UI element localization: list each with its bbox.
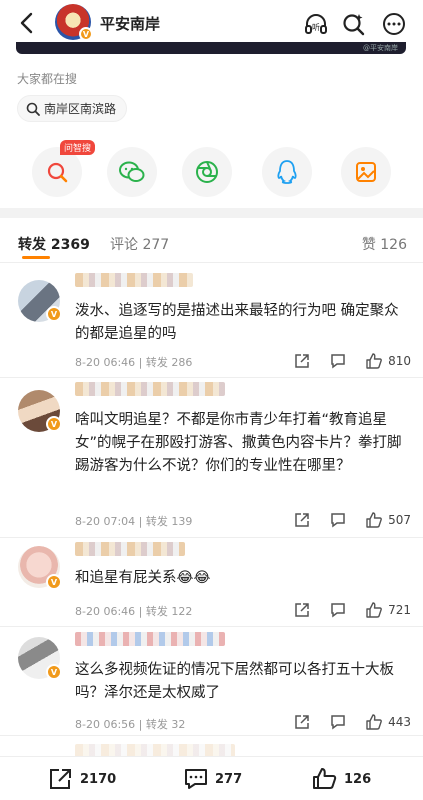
search-icon [26,102,40,116]
share-qq-button[interactable] [262,147,312,197]
tabs-divider [0,262,423,263]
comment-divider [0,377,423,378]
account-name[interactable]: 平安南岸 [100,13,160,34]
chevron-left-icon [20,12,33,34]
banner-watermark: @平安南岸 [363,44,398,52]
user-name-blurred[interactable] [75,632,225,646]
back-button[interactable] [12,8,40,38]
thumbs-up-icon [366,353,382,369]
bottom-repost-count: 2170 [80,771,117,787]
repost-button[interactable] [293,601,311,619]
share-wechat-button[interactable] [107,147,157,197]
comment-icon [331,715,345,730]
more-button[interactable] [380,10,408,38]
user-name-blurred[interactable] [75,542,185,556]
tab-reposts[interactable]: 转发 2369 [18,234,90,254]
like-button[interactable]: 507 [365,511,411,529]
verified-badge-icon: V [79,27,93,41]
like-button[interactable]: 721 [365,601,411,619]
comment-divider [0,537,423,538]
like-count: 721 [388,603,411,617]
hot-search-label: 大家都在搜 [17,72,78,86]
comment-text: 和追星有屁关系😂😂 [75,570,211,586]
comment-divider [0,735,423,736]
like-count: 810 [388,354,411,368]
repost-icon [50,769,71,789]
comment-button[interactable] [329,601,347,619]
comment-icon [331,603,345,618]
like-button[interactable]: 443 [365,713,411,731]
share-moments-button[interactable] [182,147,232,197]
hot-search-chip[interactable]: 南岸区南滨路 [17,95,128,122]
svg-text:听: 听 [312,23,320,32]
like-count: 507 [388,513,411,527]
comment-actions: 507 [293,510,411,530]
search-button[interactable] [340,10,368,38]
comment-actions: 810 [293,351,411,371]
comment-button[interactable] [329,352,347,370]
comment-actions: 721 [293,600,411,620]
like-count: 443 [388,715,411,729]
comment-button[interactable] [329,511,347,529]
bottom-like-button[interactable]: 126 [312,767,371,791]
account-banner: @平安南岸 [16,42,406,54]
thumbs-up-icon [366,512,382,528]
smart-search-icon [47,162,68,183]
repost-icon [295,715,309,729]
moments-icon [196,161,218,183]
save-image-icon [356,162,376,182]
bottom-comment-button[interactable]: 277 [183,767,242,791]
more-dots-icon [383,13,405,35]
comment-actions: 443 [293,712,411,732]
listen-button[interactable]: 听 [302,10,330,38]
repost-button[interactable] [293,352,311,370]
bottom-action-bar: 2170 277 126 [0,756,423,800]
new-tag: 问智搜 [60,140,96,155]
qq-icon [277,160,297,184]
section-divider [0,208,423,218]
share-row: 问智搜 [0,140,423,205]
comment-meta: 8-20 06:56 | 转发 32 [75,718,186,731]
comment-icon [331,354,345,369]
user-name-blurred[interactable] [75,382,225,396]
thumbs-up-icon [313,768,337,789]
search-icon [343,14,365,36]
detail-tabs: 转发 2369 评论 277 赞 126 [0,226,423,260]
comment-icon [185,769,207,789]
active-tab-indicator [22,256,50,259]
comment-icon [331,513,345,528]
comment-text: 啥叫文明追星？不都是你市青少年打着“教育追星女”的幌子在那殴打游客、撒黄色内容卡… [75,412,402,474]
repost-icon [295,603,309,617]
share-save-image-button[interactable] [341,147,391,197]
verified-badge-icon: V [46,664,62,680]
verified-badge-icon: V [46,416,62,432]
headphones-icon: 听 [305,14,327,34]
tab-comments[interactable]: 评论 277 [110,234,169,254]
comment-meta: 8-20 07:04 | 转发 139 [75,515,193,528]
comment-text: 这么多视频佐证的情况下居然都可以各打五十大板吗？泽尔还是太权威了 [75,662,394,701]
comment-divider [0,626,423,627]
comment-button[interactable] [329,713,347,731]
repost-icon [295,513,309,527]
like-button[interactable]: 810 [365,352,411,370]
tab-likes[interactable]: 赞 126 [362,234,407,254]
user-name-blurred[interactable] [75,273,193,287]
thumbs-up-icon [366,602,382,618]
bottom-comment-count: 277 [215,771,243,787]
hot-search-chip-label: 南岸区南滨路 [44,102,117,116]
comment-meta: 8-20 06:46 | 转发 286 [75,356,193,369]
wechat-icon [119,161,145,182]
comment-text: 泼水、追逐写的是描述出来最轻的行为吧 确定聚众的都是追星的吗 [75,303,399,342]
verified-badge-icon: V [46,574,62,590]
thumbs-up-icon [366,714,382,730]
repost-icon [295,354,309,368]
verified-badge-icon: V [46,306,62,322]
repost-button[interactable] [293,511,311,529]
bottom-like-count: 126 [344,771,372,787]
bottom-repost-button[interactable]: 2170 [48,767,116,791]
repost-button[interactable] [293,713,311,731]
comment-meta: 8-20 06:46 | 转发 122 [75,605,193,618]
